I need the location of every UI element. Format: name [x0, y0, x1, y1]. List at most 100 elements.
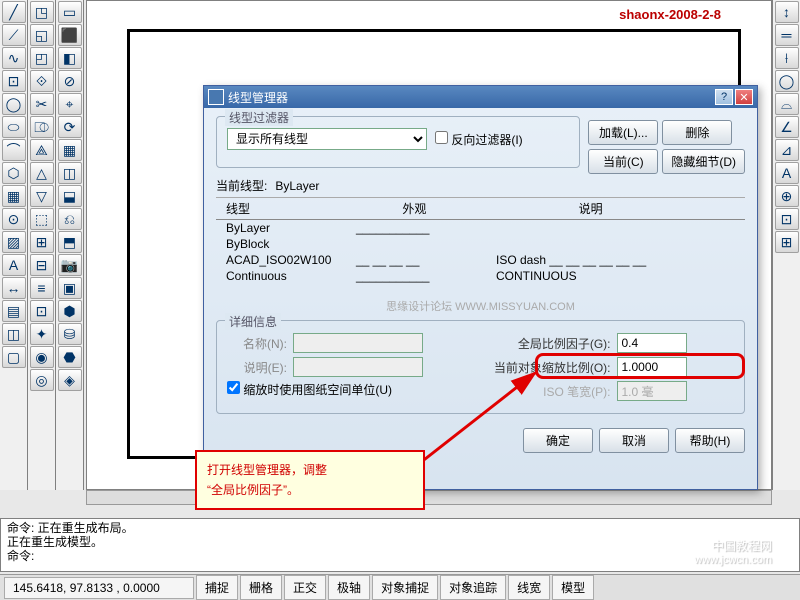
tool-icon[interactable]: ↕ [775, 1, 799, 23]
status-toggle[interactable]: 栅格 [240, 575, 282, 600]
name-label: 名称(N): [227, 335, 287, 352]
tool-icon[interactable]: A [2, 254, 26, 276]
load-button[interactable]: 加载(L)... [588, 120, 658, 145]
tool-icon[interactable]: ◧ [58, 47, 82, 69]
horizontal-scrollbar[interactable] [86, 490, 772, 505]
current-button[interactable]: 当前(C) [588, 149, 658, 174]
tool-icon[interactable]: ⬭ [2, 116, 26, 138]
cmd-text: 正在重生成模型。 [7, 535, 793, 549]
vertical-toolbar-1: ╱ ⟋ ∿ ⊡ ◯ ⬭ ⌒ ⬡ ▦ ⊙ ▨ A ↔ ▤ ◫ ▢ [0, 0, 28, 490]
tool-icon[interactable]: ⟋ [2, 24, 26, 46]
tool-icon[interactable]: ⌖ [58, 93, 82, 115]
tool-icon[interactable]: ⊡ [2, 70, 26, 92]
status-toggle[interactable]: 模型 [552, 575, 594, 600]
tool-icon[interactable]: ⟐ [30, 70, 54, 92]
command-line[interactable]: 命令: 正在重生成布局。 正在重生成模型。 命令: [0, 518, 800, 572]
ok-button[interactable]: 确定 [523, 428, 593, 453]
tool-icon[interactable]: ⊡ [775, 208, 799, 230]
tool-icon[interactable]: ◫ [2, 323, 26, 345]
tool-icon[interactable]: ⊙ [2, 208, 26, 230]
tool-icon[interactable]: ◉ [30, 346, 54, 368]
reverse-filter-checkbox[interactable]: 反向过滤器(I) [435, 131, 523, 148]
tool-icon[interactable]: ⎄ [30, 116, 54, 138]
linetype-list[interactable]: 线型 外观 说明 ByLayer___________ ByBlock ACAD… [216, 197, 745, 314]
tool-icon[interactable]: ⌓ [775, 93, 799, 115]
tool-icon[interactable]: ⟊ [775, 47, 799, 69]
global-scale-input[interactable] [617, 333, 687, 353]
tool-icon[interactable]: ⌒ [2, 139, 26, 161]
tool-icon[interactable]: ╱ [2, 1, 26, 23]
tool-icon[interactable]: ⊟ [30, 254, 54, 276]
tool-icon[interactable]: ▦ [58, 139, 82, 161]
tool-icon[interactable]: ▨ [2, 231, 26, 253]
tool-icon[interactable]: ▤ [2, 300, 26, 322]
tool-icon[interactable]: ⬒ [58, 231, 82, 253]
tool-icon[interactable]: ✂ [30, 93, 54, 115]
status-toggle[interactable]: 线宽 [508, 575, 550, 600]
tool-icon[interactable]: ◰ [30, 47, 54, 69]
tool-icon[interactable]: ⊕ [775, 185, 799, 207]
tool-icon[interactable]: ▭ [58, 1, 82, 23]
tool-icon[interactable]: ◯ [2, 93, 26, 115]
tool-icon[interactable]: ◱ [30, 24, 54, 46]
status-toggle[interactable]: 捕捉 [196, 575, 238, 600]
tool-icon[interactable]: ▽ [30, 185, 54, 207]
cmd-text: 命令: [7, 549, 793, 563]
tool-icon[interactable]: ↔ [2, 277, 26, 299]
tool-icon[interactable]: ⎌ [58, 208, 82, 230]
tool-icon[interactable]: ◯ [775, 70, 799, 92]
tool-icon[interactable]: ◎ [30, 369, 54, 391]
status-toggle[interactable]: 对象追踪 [440, 575, 506, 600]
col-linetype: 线型 [216, 200, 392, 217]
tool-icon[interactable]: ⊡ [30, 300, 54, 322]
hide-detail-button[interactable]: 隐藏细节(D) [662, 149, 745, 174]
filter-select[interactable]: 显示所有线型 [227, 128, 427, 150]
filter-group-title: 线型过滤器 [225, 109, 293, 126]
tool-icon[interactable]: ⬓ [58, 185, 82, 207]
paper-units-checkbox[interactable]: 缩放时使用图纸空间单位(U) [227, 381, 392, 398]
dialog-titlebar[interactable]: 线型管理器 ? ✕ [204, 86, 757, 108]
tool-icon[interactable]: ⟳ [58, 116, 82, 138]
tool-icon[interactable]: ⬣ [58, 346, 82, 368]
tool-icon[interactable]: ▦ [2, 185, 26, 207]
tool-icon[interactable]: ⊘ [58, 70, 82, 92]
current-linetype-label: 当前线型: [216, 177, 267, 194]
tool-icon[interactable]: ≡ [30, 277, 54, 299]
tool-icon[interactable]: ⬢ [58, 300, 82, 322]
object-scale-input[interactable] [617, 357, 687, 377]
tool-icon[interactable]: ═ [775, 24, 799, 46]
tool-icon[interactable]: ⟁ [30, 139, 54, 161]
tool-icon[interactable]: ◈ [58, 369, 82, 391]
detail-group-title: 详细信息 [225, 313, 281, 330]
tool-icon[interactable]: ✦ [30, 323, 54, 345]
tool-icon[interactable]: ∠ [775, 116, 799, 138]
tool-icon[interactable]: ⬡ [2, 162, 26, 184]
tool-icon[interactable]: ∿ [2, 47, 26, 69]
cancel-button[interactable]: 取消 [599, 428, 669, 453]
tool-icon[interactable]: ⬚ [30, 208, 54, 230]
iso-pen-input [617, 381, 687, 401]
help-button[interactable]: 帮助(H) [675, 428, 745, 453]
desc-input [293, 357, 423, 377]
tool-icon[interactable]: 📷 [58, 254, 82, 276]
tool-icon[interactable]: ⊞ [30, 231, 54, 253]
tool-icon[interactable]: △ [30, 162, 54, 184]
delete-button[interactable]: 删除 [662, 120, 732, 145]
status-toggle[interactable]: 正交 [284, 575, 326, 600]
tool-icon[interactable]: ⊿ [775, 139, 799, 161]
tool-icon[interactable]: ▣ [58, 277, 82, 299]
help-icon[interactable]: ? [715, 89, 733, 105]
forum-watermark: 思缘设计论坛 WWW.MISSYUAN.COM [216, 298, 745, 314]
annotation-callout: 打开线型管理器，调整 “全局比例因子”。 [195, 450, 425, 510]
tool-icon[interactable]: ⛁ [58, 323, 82, 345]
object-scale-label: 当前对象缩放比例(O): [481, 359, 611, 376]
tool-icon[interactable]: ◳ [30, 1, 54, 23]
tool-icon[interactable]: A [775, 162, 799, 184]
status-toggle[interactable]: 对象捕捉 [372, 575, 438, 600]
tool-icon[interactable]: ⬛ [58, 24, 82, 46]
tool-icon[interactable]: ▢ [2, 346, 26, 368]
tool-icon[interactable]: ◫ [58, 162, 82, 184]
status-toggle[interactable]: 极轴 [328, 575, 370, 600]
tool-icon[interactable]: ⊞ [775, 231, 799, 253]
close-icon[interactable]: ✕ [735, 89, 753, 105]
